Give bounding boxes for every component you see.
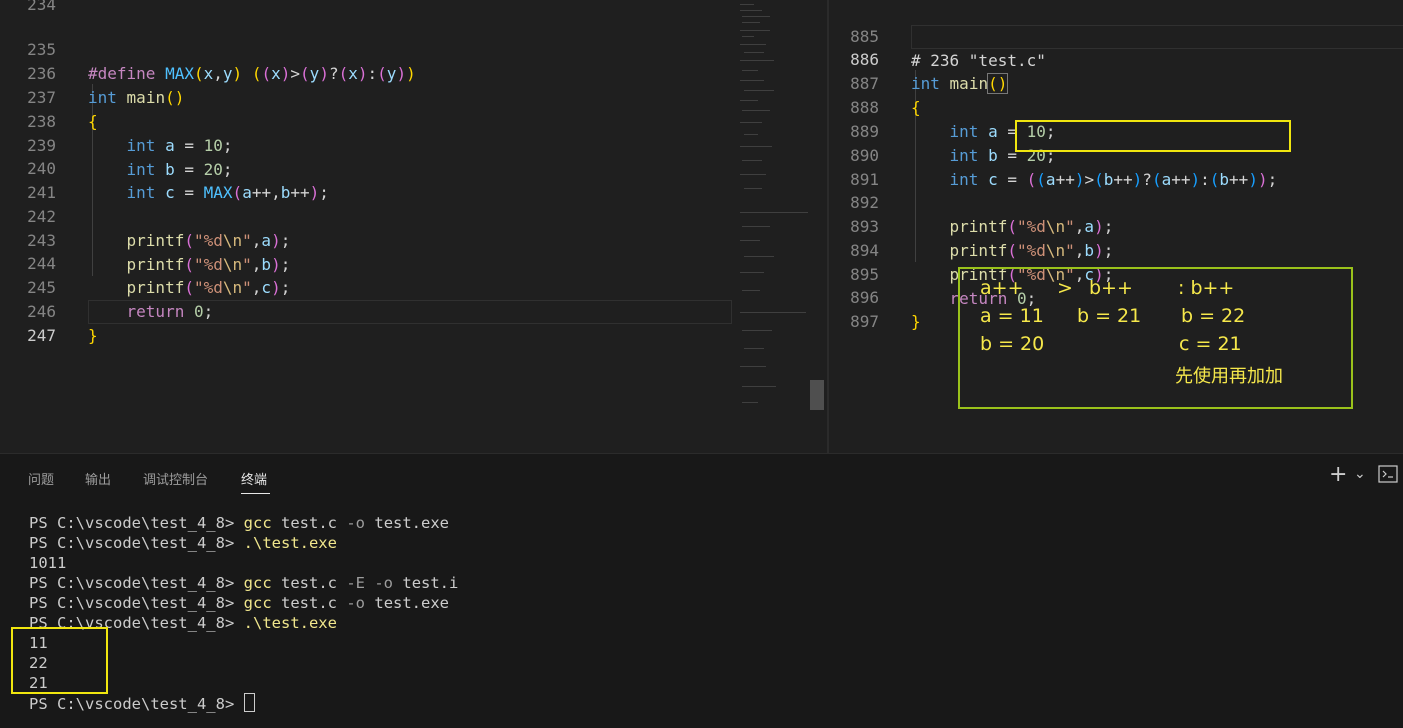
terminal-line: PS C:\vscode\test_4_8> gcc test.c -o tes… (29, 514, 450, 532)
output-highlight-box (11, 627, 108, 694)
code-line-int-a[interactable]: 888 int a = 10; (829, 72, 1403, 141)
code-line-main[interactable]: 236 int main() (0, 38, 827, 107)
tab-problems[interactable]: 问题 (28, 469, 54, 488)
terminal-line: PS C:\vscode\test_4_8> gcc test.c -E -o … (29, 574, 459, 592)
annotation-text: b = 21 (1077, 305, 1142, 327)
annotation-text: b++ (1089, 277, 1133, 299)
code-line-int-c[interactable]: 240 int c = MAX(a++,b++); (0, 133, 827, 202)
annotation-note: 先使用再加加 (1175, 366, 1283, 387)
code-line-close-brace[interactable]: 246 } (0, 276, 827, 345)
code-line-blank[interactable]: 241 (0, 157, 827, 202)
left-editor[interactable]: 234 235 #define MAX(x,y) ((x)>(y)?(x):(y… (0, 0, 827, 453)
terminal-icon[interactable] (1378, 465, 1398, 487)
annotation-text: b = 22 (1181, 305, 1246, 327)
bottom-panel: 问题 输出 调试控制台 终端 + ⌄ PS C:\vscode\test_4_8… (0, 453, 1403, 728)
tab-terminal[interactable]: 终端 (241, 469, 267, 488)
code-line-printf-b[interactable]: 243 printf("%d\n",b); (0, 205, 827, 274)
code-line-main[interactable]: 886 int main() (829, 24, 1403, 94)
terminal-line: PS C:\vscode\test_4_8> .\test.exe (29, 534, 337, 552)
code-line-marker[interactable]: 885 # 236 "test.c" (829, 1, 1403, 70)
code-line-define[interactable]: 235 #define MAX(x,y) ((x)>(y)?(x):(y)) (0, 14, 827, 83)
annotation-text: a++ (980, 277, 1024, 299)
annotation-text: a = 11 (980, 305, 1044, 327)
code-line-return[interactable]: 895 return 0; (829, 239, 1403, 308)
terminal-prompt-line[interactable]: PS C:\vscode\test_4_8> (29, 693, 255, 714)
chevron-down-icon[interactable]: ⌄ (1354, 466, 1366, 482)
tab-debug-console[interactable]: 调试控制台 (143, 469, 208, 488)
code-line-open-brace[interactable]: 237 { (0, 62, 827, 131)
code-line-int-b[interactable]: 889 int b = 20; (829, 96, 1403, 165)
active-tab-indicator (241, 493, 270, 494)
code-line-printf-b[interactable]: 893 printf("%d\n",b); (829, 191, 1403, 260)
vertical-scrollbar[interactable] (810, 0, 824, 453)
expansion-highlight-box (1015, 120, 1291, 152)
add-terminal-icon[interactable]: + (1329, 462, 1347, 487)
line-number: 247 (27, 326, 56, 345)
code-line-printf-a[interactable]: 242 printf("%d\n",a); (0, 181, 827, 250)
terminal-line: PS C:\vscode\test_4_8> gcc test.c -o tes… (29, 594, 450, 612)
terminal-line: 1011 (29, 554, 67, 572)
annotation-text: > (1057, 277, 1073, 299)
code-line-open-brace[interactable]: 887 { (829, 48, 1403, 117)
code-line-printf-c[interactable]: 244 printf("%d\n",c); (0, 228, 827, 297)
tab-output[interactable]: 输出 (85, 469, 111, 488)
scrollbar-thumb[interactable] (810, 380, 824, 410)
line-number: 897 (850, 312, 879, 331)
code-line-int-b[interactable]: 239 int b = 20; (0, 110, 827, 179)
code-line-return[interactable]: 245 return 0; (0, 252, 827, 321)
annotation-text: c = 21 (1179, 333, 1242, 355)
code-line-printf-c[interactable]: 894 printf("%d\n",c); (829, 215, 1403, 284)
minimap[interactable] (730, 0, 810, 453)
annotation-text: : b++ (1178, 277, 1235, 299)
annotation-text: b = 20 (980, 333, 1045, 355)
code-line-cursor[interactable]: 247 (0, 300, 827, 345)
code-line-printf-a[interactable]: 892 printf("%d\n",a); (829, 167, 1403, 236)
terminal-cursor (243, 693, 255, 712)
code-line-int-a[interactable]: 238 int a = 10; (0, 86, 827, 155)
